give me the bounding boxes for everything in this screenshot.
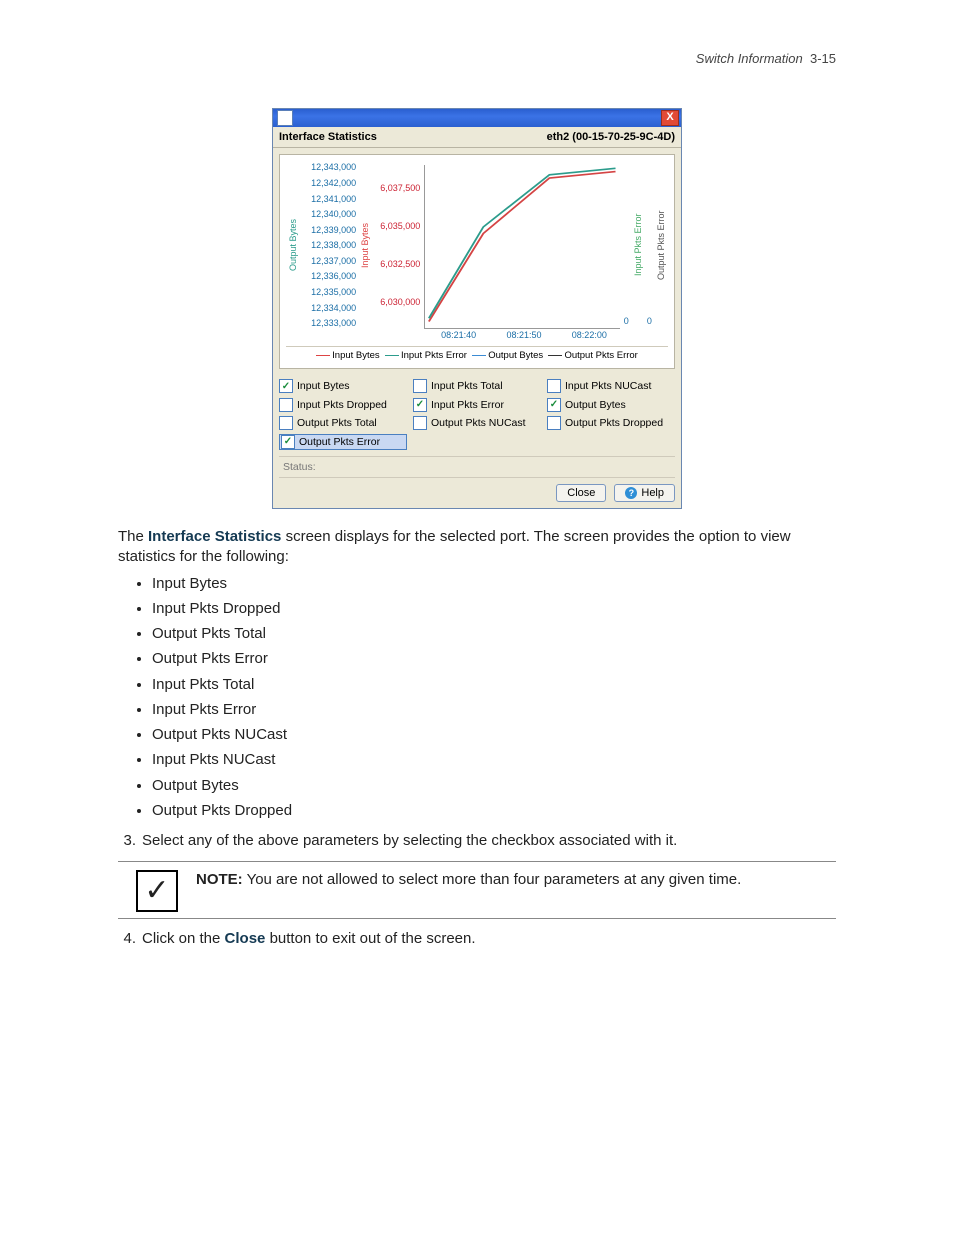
chart-plot-area	[424, 165, 619, 329]
list-item: Output Bytes	[152, 776, 836, 796]
note-box: ✓ NOTE: You are not allowed to select mo…	[118, 864, 836, 916]
help-button[interactable]: ?Help	[614, 484, 675, 502]
list-item: Input Bytes	[152, 574, 836, 594]
step-text: Select any of the above parameters by se…	[142, 831, 677, 851]
list-item: Output Pkts NUCast	[152, 725, 836, 745]
checkbox-output-pkts-nucast[interactable]: Output Pkts NUCast	[413, 416, 541, 430]
window-close-button[interactable]: X	[661, 110, 679, 126]
checkbox-input-pkts-error[interactable]: Input Pkts Error	[413, 398, 541, 412]
checkbox-input-pkts-nucast[interactable]: Input Pkts NUCast	[547, 379, 675, 393]
axis-label-input-pkts-error: Input Pkts Error	[631, 161, 645, 329]
running-header: Switch Information 3-15	[118, 50, 836, 68]
axis-label-input-bytes: Input Bytes	[358, 161, 372, 329]
list-item: Output Pkts Total	[152, 624, 836, 644]
step-number: 3.	[118, 831, 136, 851]
step-text: Click on the Close button to exit out of…	[142, 929, 476, 949]
checkbox-output-bytes[interactable]: Output Bytes	[547, 398, 675, 412]
list-item: Output Pkts Error	[152, 649, 836, 669]
status-label: Status:	[283, 461, 316, 473]
checkbox-input-bytes[interactable]: Input Bytes	[279, 379, 407, 393]
right-zero-ipe: 0	[622, 161, 631, 329]
checkbox-input-pkts-total[interactable]: Input Pkts Total	[413, 379, 541, 393]
list-item: Input Pkts Error	[152, 700, 836, 720]
divider-bottom	[118, 918, 836, 919]
chart-legend: Input Bytes Input Pkts Error Output Byte…	[286, 346, 668, 365]
list-item: Input Pkts NUCast	[152, 750, 836, 770]
dialog-subtitle: eth2 (00-15-70-25-9C-4D)	[547, 130, 675, 145]
y-ticks-input-bytes: 6,037,500 6,035,000 6,032,500 6,030,000	[372, 161, 422, 329]
page-number: 3-15	[810, 51, 836, 66]
divider-top	[118, 861, 836, 862]
checkbox-output-pkts-error[interactable]: Output Pkts Error	[279, 434, 407, 450]
interface-statistics-dialog: X Interface Statistics eth2 (00-15-70-25…	[272, 108, 682, 510]
checkmark-icon: ✓	[136, 870, 178, 912]
section-name: Switch Information	[696, 51, 803, 66]
dialog-header: Interface Statistics eth2 (00-15-70-25-9…	[273, 127, 681, 149]
y-ticks-output-bytes: 12,343,000 12,342,000 12,341,000 12,340,…	[300, 161, 358, 329]
status-row: Status:	[279, 456, 675, 478]
step-4: 4. Click on the Close button to exit out…	[118, 929, 836, 949]
dialog-button-row: Close ?Help	[273, 478, 681, 508]
x-ticks: 08:21:40 08:21:50 08:22:00	[426, 329, 622, 341]
help-icon: ?	[625, 487, 637, 499]
axis-label-output-pkts-error: Output Pkts Error	[654, 161, 668, 329]
checkbox-output-pkts-dropped[interactable]: Output Pkts Dropped	[547, 416, 675, 430]
list-item: Input Pkts Total	[152, 675, 836, 695]
checkbox-input-pkts-dropped[interactable]: Input Pkts Dropped	[279, 398, 407, 412]
dialog-titlebar: X	[273, 109, 681, 127]
close-button[interactable]: Close	[556, 484, 606, 502]
checkbox-grid: Input Bytes Input Pkts Total Input Pkts …	[273, 375, 681, 452]
parameter-list: Input Bytes Input Pkts Dropped Output Pk…	[144, 574, 836, 822]
intro-paragraph: The Interface Statistics screen displays…	[118, 527, 836, 568]
axis-label-output-bytes: Output Bytes	[286, 161, 300, 329]
note-text: NOTE: You are not allowed to select more…	[196, 870, 741, 890]
dialog-title: Interface Statistics	[279, 130, 377, 145]
chart-frame: Output Bytes 12,343,000 12,342,000 12,34…	[279, 154, 675, 369]
window-icon	[277, 110, 293, 126]
right-zero-ope: 0	[645, 161, 654, 329]
step-number: 4.	[118, 929, 136, 949]
checkbox-output-pkts-total[interactable]: Output Pkts Total	[279, 416, 407, 430]
step-3: 3. Select any of the above parameters by…	[118, 831, 836, 851]
list-item: Input Pkts Dropped	[152, 599, 836, 619]
list-item: Output Pkts Dropped	[152, 801, 836, 821]
